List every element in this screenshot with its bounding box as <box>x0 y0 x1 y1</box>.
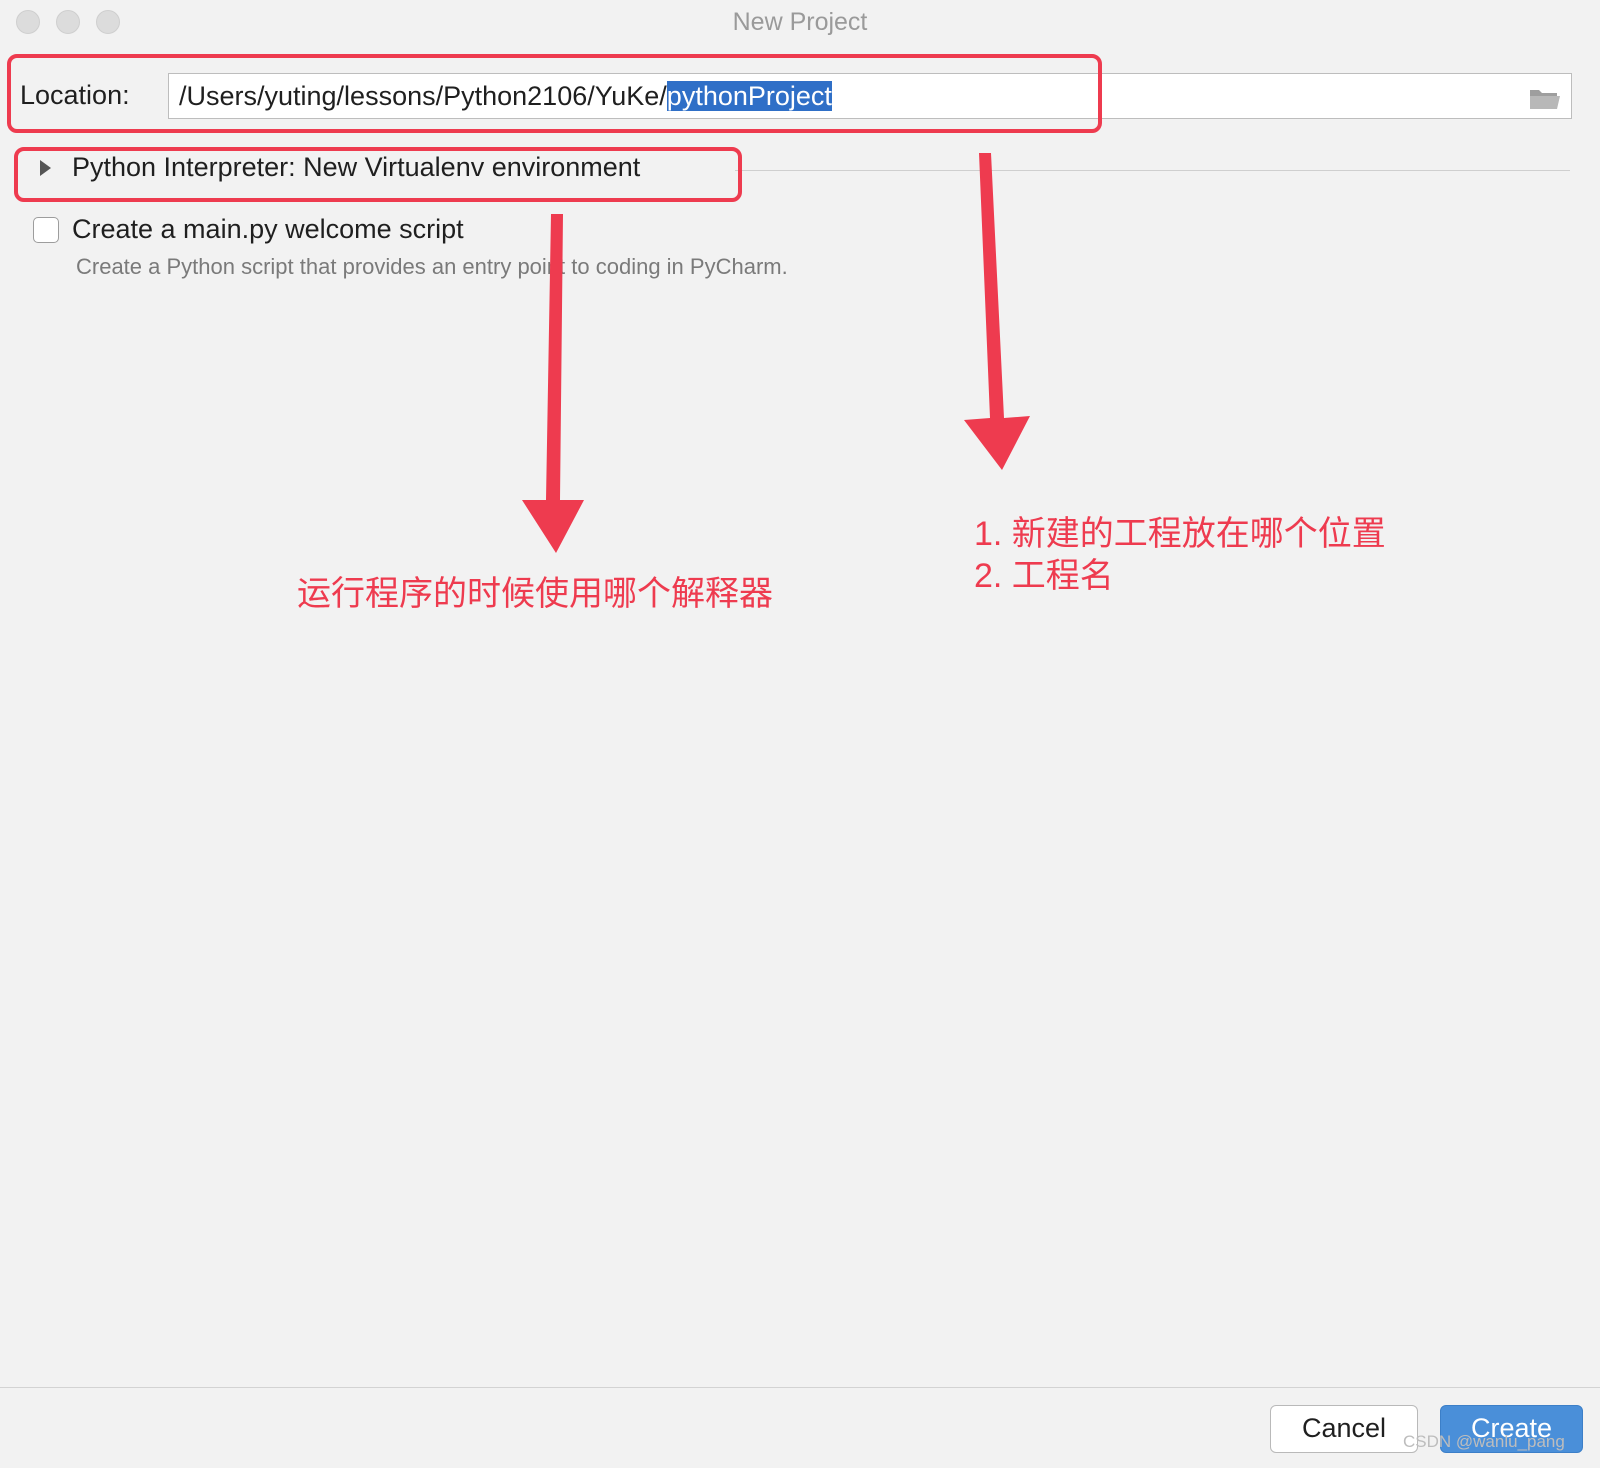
location-annotation-line2: 2. 工程名 <box>974 557 1114 595</box>
arrow-to-location <box>964 153 1030 470</box>
annotation-arrows <box>522 153 1030 553</box>
watermark: CSDN @wanlu_pang <box>1403 1432 1565 1451</box>
interpreter-annotation: 运行程序的时候使用哪个解释器 <box>297 575 773 613</box>
cancel-button[interactable]: Cancel <box>1270 1405 1418 1453</box>
location-annotation-line1: 1. 新建的工程放在哪个位置 <box>974 515 1386 553</box>
new-project-window: New Project Location: /Users/yuting/less… <box>0 0 1600 1468</box>
arrow-to-interpreter <box>522 214 584 553</box>
footer-divider <box>0 1387 1600 1388</box>
